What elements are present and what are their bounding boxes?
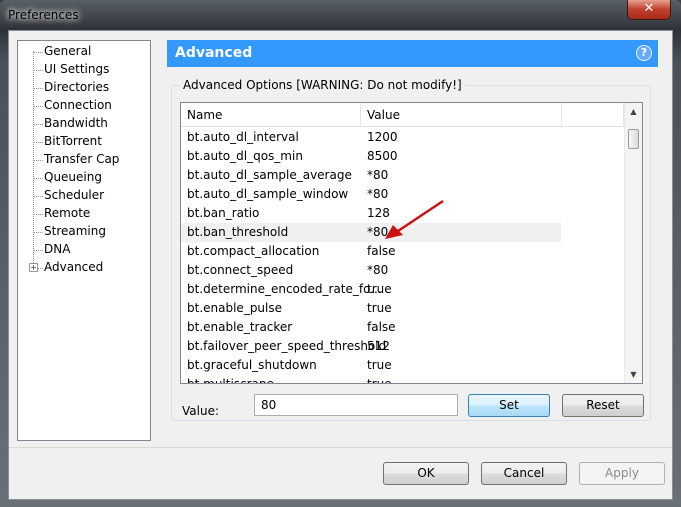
table-row[interactable]: bt.failover_peer_speed_threshold 512 [181,337,561,356]
option-name: bt.multiscrape [187,377,274,384]
table-row[interactable]: bt.multiscrape true [181,375,561,384]
option-name: bt.graceful_shutdown [187,358,317,372]
sidebar-item-advanced[interactable]: Advanced [44,258,103,276]
tree-connector [34,160,43,161]
category-tree: General UI Settings Directories Connection B… [17,40,151,441]
expand-icon[interactable]: + [29,263,38,272]
tree-connector [34,196,43,197]
sidebar-item-dna[interactable]: DNA [44,240,70,258]
vertical-scrollbar[interactable]: ▲ ▼ [624,103,642,383]
option-value: true [367,377,392,384]
tree-connector [34,142,43,143]
close-icon: ✕ [643,1,655,16]
table-row[interactable]: bt.graceful_shutdown true [181,356,561,375]
table-row[interactable]: bt.compact_allocation false [181,242,561,261]
tree-connector [34,52,43,53]
tree-connector [34,70,43,71]
column-header-value[interactable]: Value [361,103,562,127]
option-name: bt.enable_pulse [187,301,283,315]
sidebar-item-directories[interactable]: Directories [44,78,109,96]
column-header-blank [562,103,624,127]
set-button[interactable]: Set [468,394,550,417]
option-value: true [367,358,392,372]
table-row[interactable]: bt.ban_ratio 128 [181,204,561,223]
tree-connector [34,106,43,107]
option-value: true [367,301,392,315]
sidebar-item-connection[interactable]: Connection [44,96,112,114]
tree-connector [34,178,43,179]
option-value: 1200 [367,130,398,144]
dialog-client: General UI Settings Directories Connection B… [8,30,673,500]
tree-connector [34,214,43,215]
section-title: Advanced [175,45,253,61]
table-row[interactable]: bt.determine_encoded_rate_fo... true [181,280,561,299]
separator [9,447,672,448]
close-button[interactable]: ✕ [627,0,671,20]
tree-connector [34,124,43,125]
option-value: *80 [367,263,389,277]
tree-line [33,51,34,267]
sidebar-item-general[interactable]: General [44,42,91,60]
value-label: Value: [182,404,219,418]
option-name: bt.auto_dl_sample_window [187,187,349,201]
apply-button[interactable]: Apply [579,462,665,485]
tree-connector [34,232,43,233]
option-name: bt.ban_ratio [187,206,260,220]
window-title: Preferences [8,8,79,22]
scroll-down-icon[interactable]: ▼ [625,366,642,383]
sidebar-item-ui-settings[interactable]: UI Settings [44,60,109,78]
value-input[interactable]: 80 [254,394,458,416]
column-header-name[interactable]: Name [181,103,361,127]
sidebar-item-bittorrent[interactable]: BitTorrent [44,132,102,150]
advanced-options-group: Advanced Options [WARNING: Do not modify… [171,78,651,421]
scroll-thumb[interactable] [628,129,639,149]
table-row[interactable]: bt.enable_pulse true [181,299,561,318]
section-header: Advanced ? [167,40,658,67]
tree-connector [34,250,43,251]
option-value: *80 [367,168,389,182]
sidebar-item-scheduler[interactable]: Scheduler [44,186,104,204]
group-label: Advanced Options [WARNING: Do not modify… [180,78,465,92]
table-row[interactable]: bt.connect_speed *80 [181,261,561,280]
option-name: bt.determine_encoded_rate_fo... [187,282,382,296]
option-value: false [367,320,396,334]
table-row[interactable]: bt.auto_dl_sample_average *80 [181,166,561,185]
option-value: true [367,282,392,296]
sidebar-item-queueing[interactable]: Queueing [44,168,102,186]
ok-button[interactable]: OK [383,462,469,485]
help-icon[interactable]: ? [636,45,652,61]
scroll-up-icon[interactable]: ▲ [625,103,642,120]
sidebar-item-transfer-cap[interactable]: Transfer Cap [44,150,119,168]
table-row[interactable]: bt.ban_threshold *80 [181,223,561,242]
option-name: bt.enable_tracker [187,320,293,334]
cancel-button[interactable]: Cancel [481,462,567,485]
tree-connector [34,88,43,89]
option-name: bt.auto_dl_interval [187,130,299,144]
reset-button[interactable]: Reset [562,394,644,417]
sidebar-item-streaming[interactable]: Streaming [44,222,106,240]
option-value: false [367,244,396,258]
option-name: bt.failover_peer_speed_threshold [187,339,387,353]
table-row[interactable]: bt.auto_dl_interval 1200 [181,128,561,147]
option-name: bt.connect_speed [187,263,294,277]
table-row[interactable]: bt.auto_dl_qos_min 8500 [181,147,561,166]
option-name: bt.ban_threshold [187,225,289,239]
table-row[interactable]: bt.auto_dl_sample_window *80 [181,185,561,204]
option-name: bt.compact_allocation [187,244,320,258]
red-arrow-annotation [385,199,444,239]
option-value: 8500 [367,149,398,163]
option-name: bt.auto_dl_sample_average [187,168,352,182]
option-value: 512 [367,339,390,353]
options-list[interactable]: Name Value bt.auto_dl_interval 1200 bt.aut… [180,102,643,384]
table-row[interactable]: bt.enable_tracker false [181,318,561,337]
option-name: bt.auto_dl_qos_min [187,149,303,163]
sidebar-item-remote[interactable]: Remote [44,204,90,222]
sidebar-item-bandwidth[interactable]: Bandwidth [44,114,108,132]
